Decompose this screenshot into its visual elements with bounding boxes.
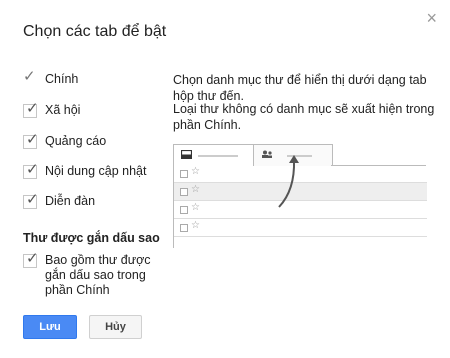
illustration-row: ☆ [174,183,427,201]
cancel-button[interactable]: Hủy [89,315,142,339]
checkbox-starred[interactable]: ✓ [23,250,39,268]
starred-option[interactable]: ✓ Bao gồm thư được gắn dấu sao trong phầ… [23,250,165,298]
checkbox-quang-cao[interactable]: ✓ [23,131,39,149]
check-icon: ✓ [26,250,39,267]
tab-option-quang-cao[interactable]: ✓ Quảng cáo [23,131,107,149]
tab-option-label: Chính [45,72,79,86]
dialog-title: Chọn các tab để bật [23,23,167,40]
tab-option-noi-dung-cap-nhat[interactable]: ✓ Nội dung cập nhật [23,161,147,179]
star-icon: ☆ [191,202,200,213]
check-icon: ✓ [23,68,36,85]
description-line2: Loại thư không có danh mục sẽ xuất hiện … [173,102,435,132]
close-icon[interactable]: × [426,9,437,27]
illustration-row: ☆ [174,201,427,219]
check-icon: ✓ [26,131,39,148]
star-icon: ☆ [191,166,200,177]
checkbox-dien-dan[interactable]: ✓ [23,191,39,209]
illustration-rows: ☆ ☆ ☆ ☆ [173,165,427,248]
illustration-tab-social [253,144,333,166]
check-icon: ✓ [26,191,39,208]
star-icon: ☆ [191,184,200,195]
save-button[interactable]: Lưu [23,315,77,339]
illustration-row: ☆ [174,219,427,237]
inbox-illustration: ☆ ☆ ☆ ☆ [173,144,427,248]
tab-option-label: Xã hội [45,103,81,117]
inbox-icon [180,149,193,162]
illustration-tab-primary [173,144,254,166]
description-line1: Chọn danh mục thư để hiển thị dưới dạng … [173,73,427,103]
tab-placeholder-bar [198,155,238,157]
tab-option-label: Quảng cáo [45,134,107,148]
tab-settings-dialog: Chọn các tab để bật × ✓ Chính ✓ Xã hội ✓… [0,0,450,358]
people-icon [261,150,273,162]
tab-option-chinh[interactable]: ✓ Chính [23,68,79,86]
checkbox-xa-hoi[interactable]: ✓ [23,100,39,118]
check-icon: ✓ [26,161,39,178]
row-checkbox [180,188,188,196]
illustration-row: ☆ [174,165,427,183]
tab-option-label: Nội dung cập nhật [45,164,147,178]
check-icon: ✓ [26,100,39,117]
checkbox-chinh: ✓ [23,68,37,86]
starred-heading: Thư được gắn dấu sao [23,231,160,245]
tab-option-label: Diễn đàn [45,194,96,208]
row-checkbox [180,170,188,178]
tab-option-dien-dan[interactable]: ✓ Diễn đàn [23,191,96,209]
star-icon: ☆ [191,220,200,231]
tab-option-xa-hoi[interactable]: ✓ Xã hội [23,100,81,118]
checkbox-noi-dung-cap-nhat[interactable]: ✓ [23,161,39,179]
row-checkbox [180,206,188,214]
tab-placeholder-bar [287,155,312,157]
starred-option-label: Bao gồm thư được gắn dấu sao trong phần … [45,253,151,297]
row-checkbox [180,224,188,232]
